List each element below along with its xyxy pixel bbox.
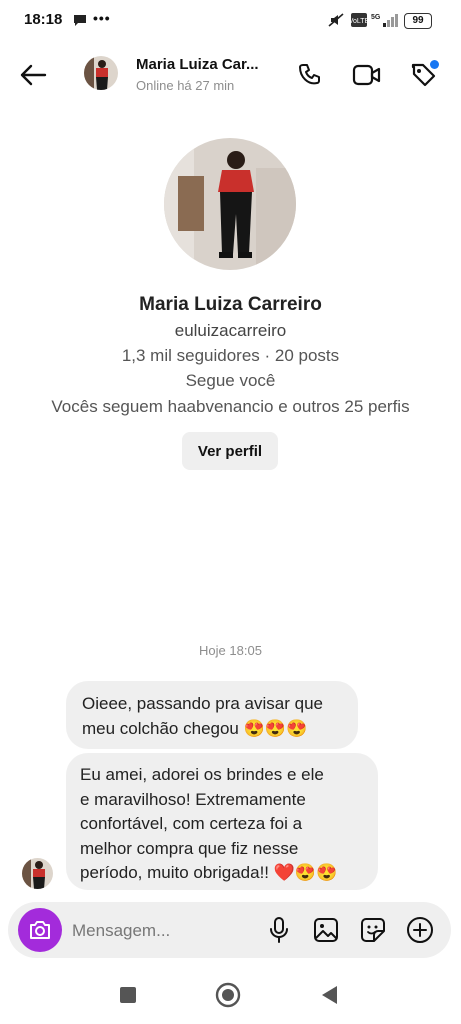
profile-stats: 1,3 mil seguidores · 20 posts	[121, 346, 340, 365]
profile-username: euluizacarreiro	[174, 321, 287, 340]
nav-home-icon	[215, 982, 241, 1008]
back-nav-button[interactable]	[316, 982, 342, 1008]
sticker-button[interactable]	[357, 914, 389, 946]
gallery-icon	[314, 918, 338, 942]
more-options-button[interactable]	[404, 914, 436, 946]
recents-button[interactable]	[115, 982, 141, 1008]
profile-avatar[interactable]	[164, 138, 296, 270]
battery-indicator: 99	[404, 13, 432, 29]
status-time: 18:18	[24, 11, 63, 28]
camera-icon	[30, 921, 50, 939]
notification-dot	[430, 60, 439, 69]
message-bubble[interactable]: Eu amei, adorei os brindes e ele e marav…	[66, 753, 378, 890]
svg-text:VoLTE: VoLTE	[350, 18, 368, 25]
message-composer	[8, 902, 451, 958]
home-button[interactable]	[215, 982, 241, 1008]
message-line: período, muito obrigada!! ❤️😍😍	[80, 863, 338, 882]
follows-you-label: Segue você	[185, 371, 276, 390]
sticker-icon	[361, 918, 385, 942]
svg-text:5G: 5G	[371, 14, 381, 21]
header-avatar[interactable]	[84, 56, 118, 90]
voice-call-button[interactable]	[293, 58, 327, 92]
phone-icon	[299, 64, 320, 85]
video-camera-icon	[352, 64, 381, 86]
more-notifications-icon: •••	[93, 10, 111, 26]
mute-icon	[327, 12, 347, 33]
message-line: confortável, com certeza foi a	[80, 814, 303, 833]
plus-icon	[407, 917, 433, 943]
back-arrow-icon	[20, 64, 47, 86]
chat-notification-icon	[72, 12, 88, 33]
system-nav-bar	[0, 966, 461, 1024]
mutual-followers: Vocês seguem haabvenancio e outros 25 pe…	[51, 397, 410, 416]
message-line: Oieee, passando pra avisar que	[82, 694, 323, 713]
message-bubble[interactable]: Oieee, passando pra avisar que meu colch…	[66, 681, 358, 749]
sender-avatar[interactable]	[22, 858, 53, 889]
signal-icon: 5G	[371, 12, 401, 33]
microphone-icon	[270, 917, 288, 943]
contact-name[interactable]: Maria Luiza Car...	[136, 56, 259, 73]
camera-button[interactable]	[18, 908, 62, 952]
video-call-button[interactable]	[350, 58, 384, 92]
message-line: melhor compra que fiz nesse	[80, 838, 299, 858]
gallery-button[interactable]	[310, 914, 342, 946]
chat-header: Maria Luiza Car... Online há 27 min	[0, 40, 461, 110]
volte-icon: VoLTE	[349, 12, 370, 33]
back-button[interactable]	[14, 56, 52, 94]
nav-recents-icon	[120, 987, 136, 1003]
voice-message-button[interactable]	[263, 914, 295, 946]
nav-back-icon	[322, 986, 337, 1004]
message-input[interactable]	[70, 916, 264, 946]
message-timestamp: Hoje 18:05	[199, 643, 262, 658]
view-profile-button[interactable]: Ver perfil	[182, 432, 278, 470]
online-status: Online há 27 min	[136, 78, 235, 93]
message-line: e maravilhoso! Extremamente	[80, 789, 306, 809]
status-bar: 18:18 ••• VoLTE 5G 99	[0, 0, 461, 40]
profile-name: Maria Luiza Carreiro	[139, 294, 322, 315]
tag-button[interactable]	[406, 58, 440, 92]
message-line: meu colchão chegou 😍😍😍	[82, 718, 308, 738]
message-line: Eu amei, adorei os brindes e ele	[80, 765, 324, 784]
